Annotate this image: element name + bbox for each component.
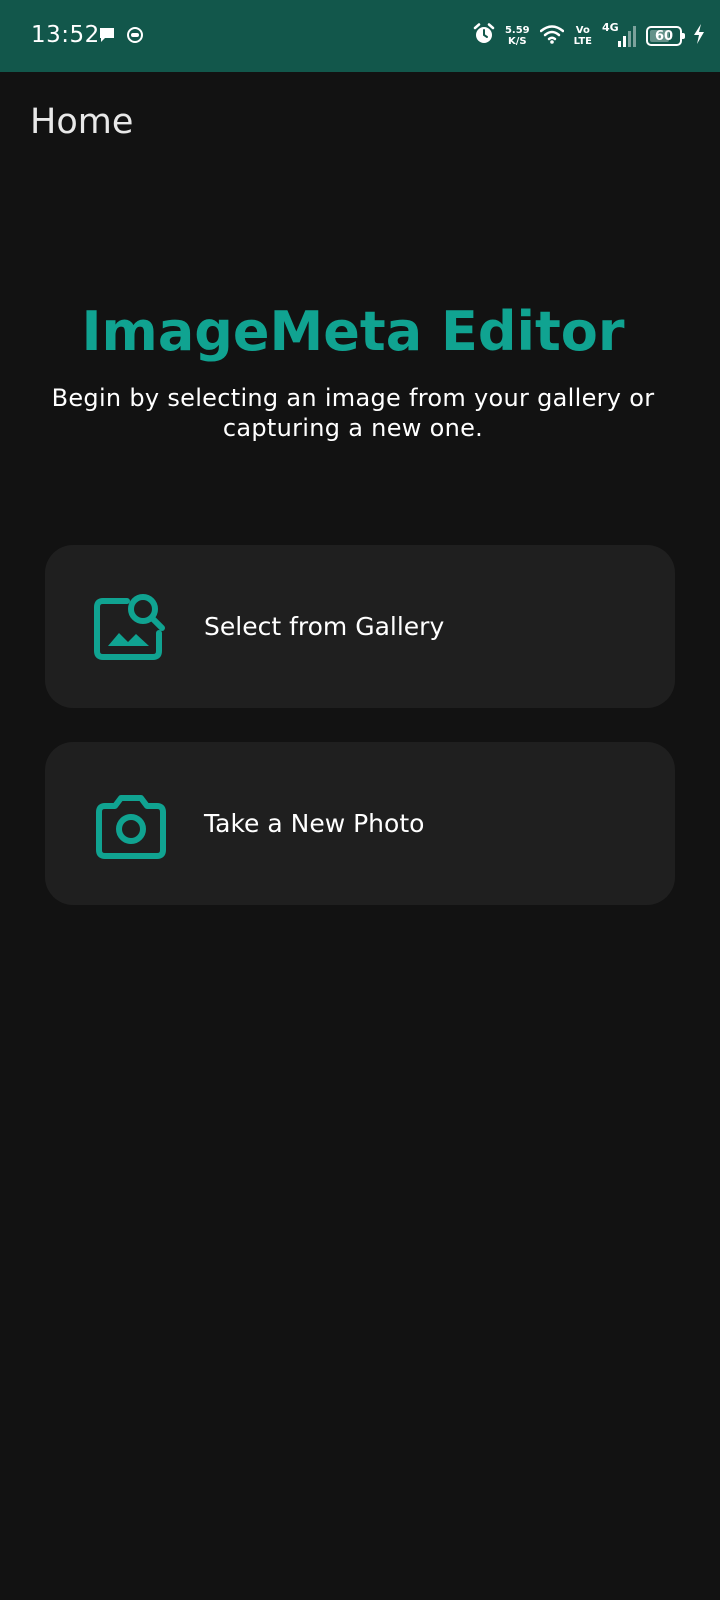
- app-title: ImageMeta Editor: [81, 300, 625, 363]
- battery-icon: 60: [646, 26, 685, 46]
- net-speed: 5.59 K/S: [505, 25, 530, 47]
- image-search-icon: [89, 585, 173, 669]
- camera-icon: [89, 782, 173, 866]
- status-bar: 13:52 5.59 K/S Vo LTE 4G 60: [0, 0, 720, 72]
- signal-indicator: 4G: [602, 21, 636, 49]
- battery-level: 60: [654, 28, 674, 44]
- wifi-icon: [539, 24, 564, 48]
- message-icon: [98, 26, 116, 48]
- net-speed-value: 5.59: [504, 25, 530, 36]
- select-from-gallery-label: Select from Gallery: [204, 612, 445, 641]
- notification-icon: [126, 26, 144, 48]
- charging-icon: [692, 23, 706, 49]
- volte-top: Vo: [575, 25, 590, 36]
- status-notification-icons: [98, 26, 144, 48]
- app-subtitle: Begin by selecting an image from your ga…: [51, 384, 655, 442]
- take-new-photo-label: Take a New Photo: [204, 809, 425, 838]
- select-from-gallery-button[interactable]: Select from Gallery: [45, 545, 675, 708]
- alarm-icon: [473, 23, 495, 49]
- net-speed-unit: K/S: [507, 36, 527, 47]
- page-title: Home: [30, 102, 134, 142]
- status-system-icons: 5.59 K/S Vo LTE 4G 60: [473, 21, 706, 51]
- volte-indicator: Vo LTE: [574, 25, 592, 47]
- volte-bottom: LTE: [573, 36, 592, 47]
- status-time: 13:52: [31, 22, 100, 48]
- battery-tip: [682, 33, 685, 39]
- take-new-photo-button[interactable]: Take a New Photo: [45, 742, 675, 905]
